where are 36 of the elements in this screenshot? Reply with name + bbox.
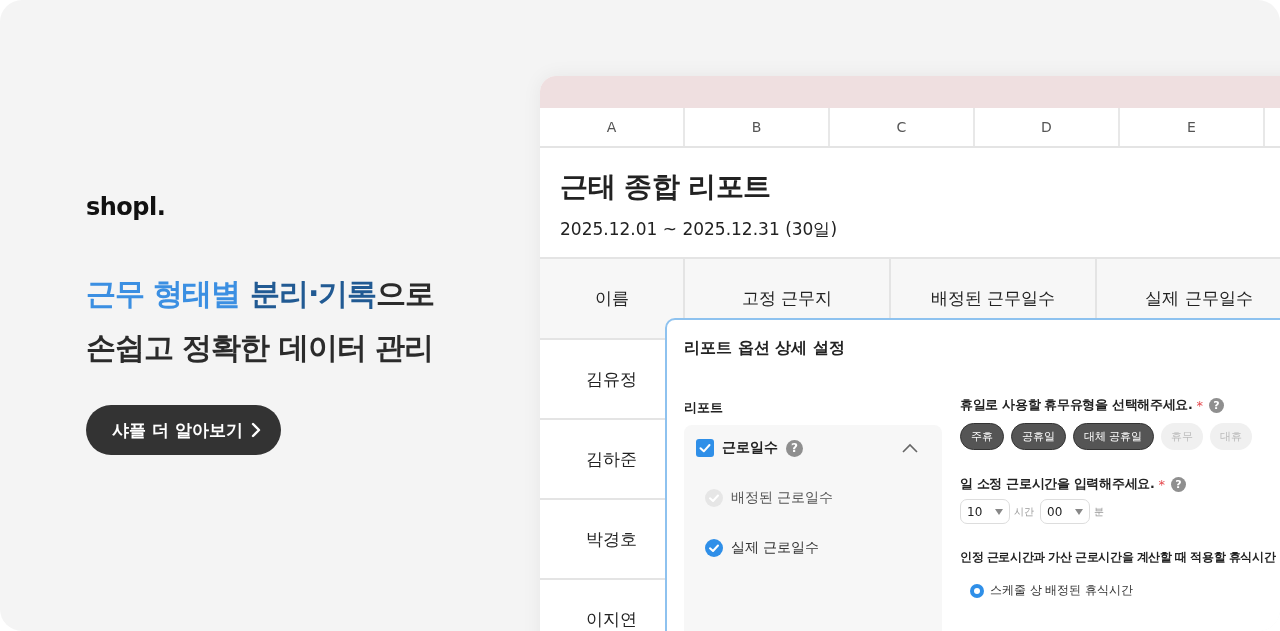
check-circle[interactable] <box>705 539 723 557</box>
unit-label: 시간 <box>1014 504 1034 519</box>
option-label: 배정된 근로일수 <box>731 489 834 507</box>
column-letter: C <box>830 108 975 146</box>
unit-label: 분 <box>1094 504 1104 519</box>
headline-text: 근무 형태별 분리·기록으로 <box>86 275 435 313</box>
leave-type-chip[interactable]: 주휴 <box>960 423 1004 450</box>
question-label: 인정 근로시간과 가산 근로시간을 계산할 때 적용할 휴식시간 <box>960 550 1276 565</box>
dropdown-icon <box>1075 508 1083 515</box>
minutes-select[interactable]: 00 <box>1040 499 1090 524</box>
leave-type-chip[interactable]: 공휴일 <box>1011 423 1066 450</box>
learn-more-button[interactable]: 샤플 더 알아보기 <box>86 405 281 455</box>
hours-select[interactable]: 10 <box>960 499 1010 524</box>
brand-logo: shopl. <box>86 193 166 221</box>
collapse-caret-icon[interactable] <box>902 443 918 453</box>
leave-type-chip[interactable]: 대체 공휴일 <box>1073 423 1154 450</box>
required-mark: * <box>1158 477 1165 492</box>
chevron-right-icon <box>250 422 261 438</box>
radio-button[interactable] <box>970 583 984 598</box>
checkbox[interactable] <box>696 439 714 457</box>
report-period: 2025.12.01 ~ 2025.12.31 (30일) <box>560 218 838 241</box>
column-letter: A <box>540 108 685 146</box>
column-letter: E <box>1120 108 1265 146</box>
dialog-title: 리포트 옵션 상세 설정 <box>684 338 845 359</box>
radio-label: 스케줄 상 배정된 휴식시간 <box>990 583 1133 598</box>
dropdown-icon <box>995 508 1003 515</box>
option-label: 실제 근로일수 <box>731 539 820 557</box>
column-letter: D <box>975 108 1120 146</box>
column-letter: B <box>685 108 830 146</box>
section-label: 리포트 <box>684 399 723 417</box>
report-title: 근태 종합 리포트 <box>560 169 771 205</box>
question-label: 일 소정 근로시간을 입력해주세요. <box>960 476 1155 493</box>
headline-text: 손쉽고 정확한 데이터 관리 <box>86 329 434 367</box>
question-label: 휴일로 사용할 휴무유형을 선택해주세요. <box>960 397 1193 414</box>
option-label: 근로일수 <box>722 439 778 457</box>
required-mark: * <box>1196 398 1203 413</box>
